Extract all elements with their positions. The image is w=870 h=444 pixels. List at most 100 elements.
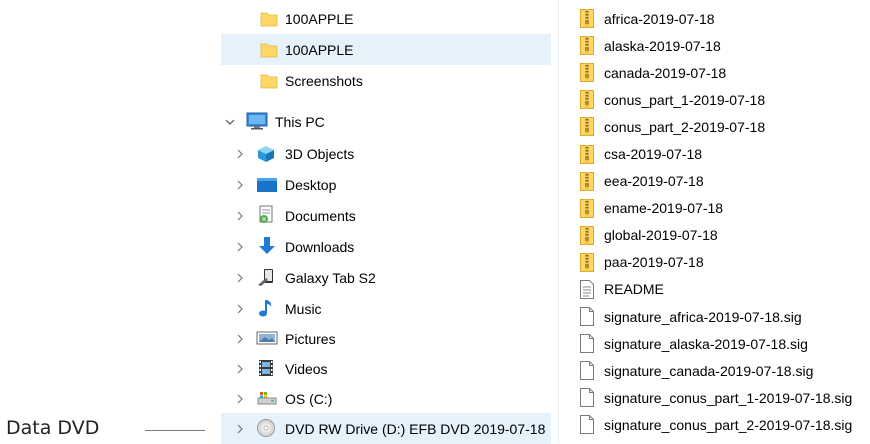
chevron-right-icon[interactable]: [234, 303, 246, 315]
zip-folder-icon: [580, 117, 594, 137]
nav-folder-screenshots[interactable]: Screenshots: [221, 65, 551, 96]
zip-folder-icon: [580, 171, 594, 191]
zip-folder-icon: [580, 225, 594, 245]
file-row[interactable]: signature_africa-2019-07-18.sig: [580, 303, 870, 330]
file-row[interactable]: csa-2019-07-18: [580, 140, 870, 167]
file-name: canada-2019-07-18: [604, 64, 727, 81]
folder-icon: [259, 9, 279, 29]
file-row[interactable]: ename-2019-07-18: [580, 195, 870, 222]
nav-folder-100apple-2[interactable]: 100APPLE: [221, 34, 551, 65]
navigation-pane: 100APPLE 100APPLE Screenshots This PC 3D…: [221, 0, 551, 444]
dvd-disc-icon: [256, 418, 276, 438]
file-name: csa-2019-07-18: [604, 146, 703, 163]
nav-folder-100apple-1[interactable]: 100APPLE: [221, 3, 551, 34]
nav-this-pc[interactable]: This PC: [221, 106, 551, 137]
nav-item-label: Videos: [285, 360, 328, 377]
file-name: ename-2019-07-18: [604, 200, 724, 217]
zip-folder-icon: [580, 9, 594, 29]
nav-item-downloads[interactable]: Downloads: [221, 231, 551, 262]
nav-item-videos[interactable]: Videos: [221, 353, 551, 384]
file-icon: [580, 388, 594, 408]
chevron-right-icon[interactable]: [234, 241, 246, 253]
file-name: signature_alaska-2019-07-18.sig: [604, 335, 808, 352]
file-row[interactable]: README: [580, 276, 870, 303]
nav-item-label: Music: [285, 300, 322, 317]
chevron-right-icon[interactable]: [234, 179, 246, 191]
desktop-icon: [256, 175, 277, 195]
zip-folder-icon: [580, 36, 594, 56]
chevron-down-icon[interactable]: [224, 116, 236, 128]
film-icon: [256, 358, 276, 378]
chevron-right-icon[interactable]: [234, 148, 246, 160]
file-row[interactable]: conus_part_1-2019-07-18: [580, 86, 870, 113]
nav-item-documents[interactable]: Documents: [221, 200, 551, 231]
file-row[interactable]: paa-2019-07-18: [580, 249, 870, 276]
chevron-right-icon[interactable]: [234, 393, 246, 405]
nav-item-label: OS (C:): [285, 390, 333, 407]
file-icon: [580, 334, 594, 354]
pane-divider: [558, 0, 559, 443]
nav-item-galaxy-tab[interactable]: Galaxy Tab S2: [221, 262, 551, 293]
file-name: alaska-2019-07-18: [604, 37, 721, 54]
zip-folder-icon: [580, 63, 594, 83]
zip-folder-icon: [580, 198, 594, 218]
file-name: conus_part_2-2019-07-18: [604, 118, 766, 135]
file-row[interactable]: signature_conus_part_2-2019-07-18.sig: [580, 411, 870, 438]
nav-item-label: Desktop: [285, 176, 337, 193]
chevron-right-icon[interactable]: [234, 272, 246, 284]
nav-item-label: Documents: [285, 207, 356, 224]
nav-item-3d-objects[interactable]: 3D Objects: [221, 138, 551, 169]
file-name: signature_africa-2019-07-18.sig: [604, 308, 802, 325]
file-icon: [580, 361, 594, 381]
monitor-icon: [246, 111, 268, 131]
chevron-right-icon[interactable]: [234, 210, 246, 222]
documents-icon: [256, 205, 276, 225]
file-name: africa-2019-07-18: [604, 10, 715, 27]
file-row[interactable]: global-2019-07-18: [580, 222, 870, 249]
file-row[interactable]: signature_canada-2019-07-18.sig: [580, 357, 870, 384]
chevron-right-icon[interactable]: [234, 363, 246, 375]
nav-item-os-c[interactable]: OS (C:): [221, 383, 551, 414]
nav-item-label: 3D Objects: [285, 145, 355, 162]
nav-item-dvd-drive[interactable]: DVD RW Drive (D:) EFB DVD 2019-07-18: [221, 413, 551, 444]
file-row[interactable]: canada-2019-07-18: [580, 59, 870, 86]
chevron-right-icon[interactable]: [234, 333, 246, 345]
music-note-icon: [256, 298, 276, 318]
file-row[interactable]: eea-2019-07-18: [580, 168, 870, 195]
file-name: global-2019-07-18: [604, 227, 718, 244]
file-name: signature_conus_part_1-2019-07-18.sig: [604, 389, 853, 406]
zip-folder-icon: [580, 144, 594, 164]
nav-item-label: DVD RW Drive (D:) EFB DVD 2019-07-18: [285, 420, 546, 437]
nav-folder-label: 100APPLE: [285, 10, 354, 27]
file-icon: [580, 307, 594, 327]
nav-item-label: Downloads: [285, 238, 355, 255]
tablet-icon: [256, 267, 276, 287]
nav-folder-label: 100APPLE: [285, 41, 354, 58]
nav-item-label: Galaxy Tab S2: [285, 269, 376, 286]
text-file-icon: [580, 279, 594, 299]
file-row[interactable]: africa-2019-07-18: [580, 5, 870, 32]
nav-this-pc-label: This PC: [275, 113, 325, 130]
file-list: africa-2019-07-18 alaska-2019-07-18 canada…: [580, 5, 870, 439]
file-name: eea-2019-07-18: [604, 173, 704, 190]
file-row[interactable]: conus_part_2-2019-07-18: [580, 113, 870, 140]
folder-icon: [259, 40, 279, 60]
cube-icon: [256, 144, 276, 164]
annotation-label: Data DVD: [6, 417, 100, 439]
zip-folder-icon: [580, 90, 594, 110]
nav-item-pictures[interactable]: Pictures: [221, 323, 551, 354]
annotation-leader-line: [145, 430, 205, 431]
file-row[interactable]: signature_alaska-2019-07-18.sig: [580, 330, 870, 357]
hard-drive-icon: [256, 388, 277, 408]
file-row[interactable]: signature_conus_part_1-2019-07-18.sig: [580, 384, 870, 411]
nav-item-desktop[interactable]: Desktop: [221, 169, 551, 200]
file-icon: [580, 415, 594, 435]
zip-folder-icon: [580, 252, 594, 272]
chevron-right-icon[interactable]: [234, 423, 246, 435]
folder-icon: [259, 71, 279, 91]
nav-item-music[interactable]: Music: [221, 293, 551, 324]
file-name: signature_conus_part_2-2019-07-18.sig: [604, 416, 853, 433]
download-arrow-icon: [256, 236, 276, 256]
file-row[interactable]: alaska-2019-07-18: [580, 32, 870, 59]
file-name: paa-2019-07-18: [604, 254, 704, 271]
